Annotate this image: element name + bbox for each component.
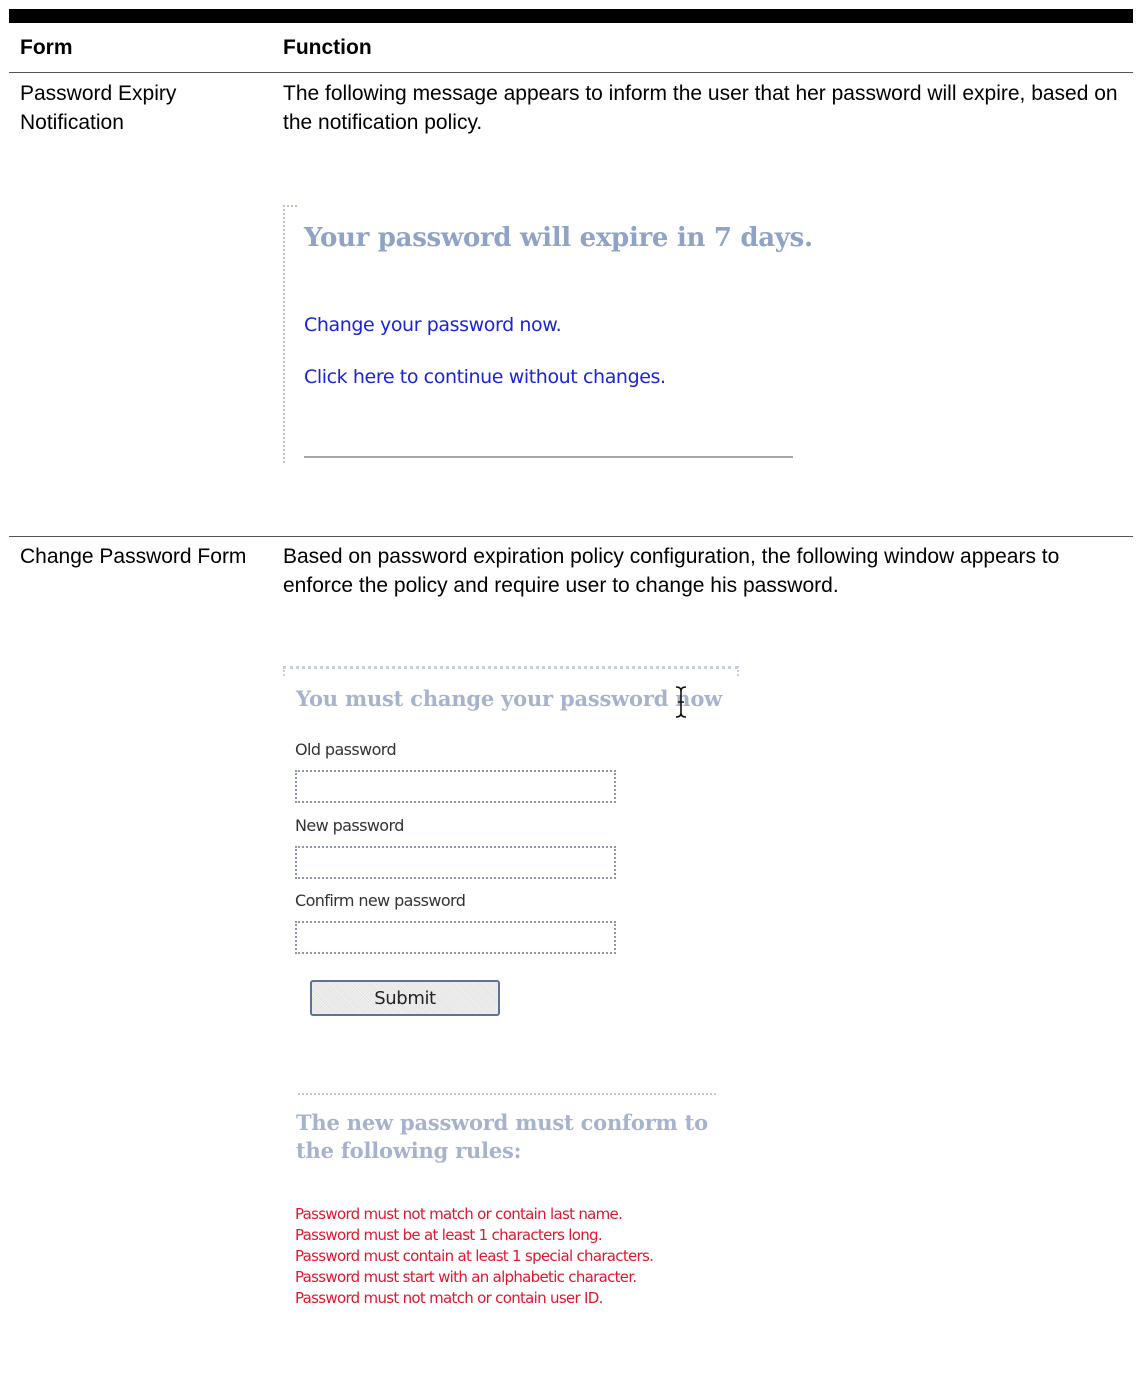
rules-title: The new password must conform to the fol… [296,1110,708,1163]
text-cursor-icon [675,686,687,718]
new-password-input[interactable] [295,846,616,879]
rules-separator [298,1093,716,1095]
password-rule: Password must start with an alphabetic c… [295,1268,637,1286]
form-top-border [283,666,738,675]
expiry-title: Your password will expire in 7 days. [304,223,813,253]
panel-corner [283,205,297,215]
panel-bottom-divider [304,456,793,458]
form-corner-left [283,666,287,676]
panel-left-border [283,205,288,463]
confirm-password-input[interactable] [295,921,616,954]
new-password-label: New password [295,816,404,835]
confirm-password-label: Confirm new password [295,891,466,910]
password-rule: Password must not match or contain user … [295,1289,603,1307]
old-password-label: Old password [295,740,397,759]
row-2-form: Change Password Form [20,545,247,568]
column-header-form: Form [20,36,73,59]
change-password-form-screenshot: You must change your password now Old pa… [283,666,763,1326]
submit-button[interactable]: Submit [310,980,500,1016]
password-rule: Password must be at least 1 characters l… [295,1226,603,1244]
row-2-function: Based on password expiration policy conf… [283,545,1060,597]
change-password-link[interactable]: Change your password now. [304,314,562,336]
form-corner-right [737,666,741,676]
change-password-title: You must change your password now [296,686,723,711]
password-rule: Password must contain at least 1 special… [295,1247,654,1265]
row-1-function: The following message appears to inform … [283,82,1118,134]
column-header-function: Function [283,36,372,59]
old-password-input[interactable] [295,770,616,803]
row-divider [9,536,1133,537]
password-expiry-notification-screenshot: Your password will expire in 7 days. Cha… [283,205,813,467]
continue-without-changes-link[interactable]: Click here to continue without changes. [304,366,666,388]
header-divider [9,72,1133,73]
password-rule: Password must not match or contain last … [295,1205,623,1223]
password-rules-list: Password must not match or contain last … [295,1204,654,1309]
table-top-bar [9,9,1133,23]
row-1-form: Password Expiry Notification [20,82,177,134]
